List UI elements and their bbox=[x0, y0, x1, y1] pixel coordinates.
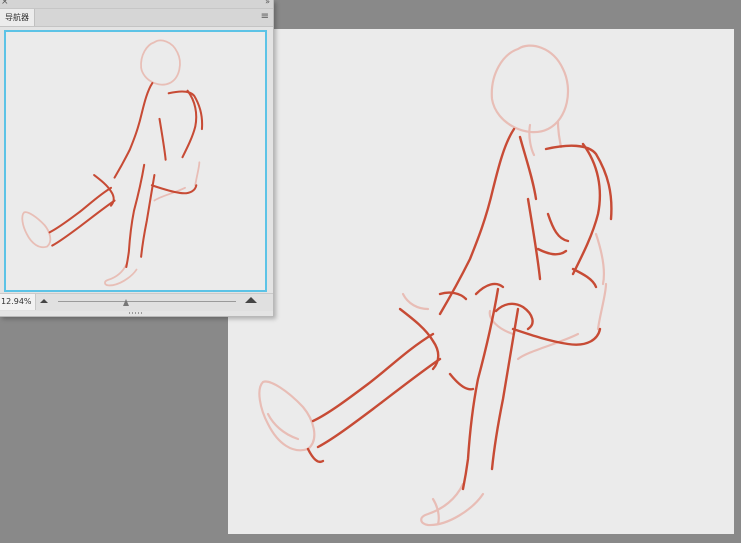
zoom-controls: 12.94% bbox=[0, 293, 273, 311]
panel-title-bar[interactable]: × » bbox=[0, 0, 273, 9]
collapse-icon[interactable]: » bbox=[265, 0, 270, 7]
panel-menu-icon[interactable]: ≡ bbox=[261, 11, 269, 23]
zoom-slider-track[interactable] bbox=[58, 301, 236, 302]
panel-tab-row: 导航器 ≡ bbox=[0, 9, 273, 27]
drawing-canvas[interactable] bbox=[228, 29, 734, 534]
zoom-slider-thumb[interactable] bbox=[122, 299, 129, 306]
navigator-preview[interactable] bbox=[4, 30, 267, 292]
tab-navigator[interactable]: 导航器 bbox=[0, 9, 35, 26]
sketch-figure bbox=[258, 44, 613, 527]
zoom-in-icon[interactable] bbox=[245, 297, 257, 303]
preview-sketch bbox=[21, 39, 204, 287]
navigator-panel: × » 导航器 ≡ 12.94% bbox=[0, 0, 274, 317]
close-icon[interactable]: × bbox=[1, 0, 9, 7]
zoom-value-field[interactable]: 12.94% bbox=[0, 294, 36, 310]
panel-resize-grip[interactable] bbox=[129, 312, 143, 314]
zoom-out-icon[interactable] bbox=[40, 299, 48, 303]
